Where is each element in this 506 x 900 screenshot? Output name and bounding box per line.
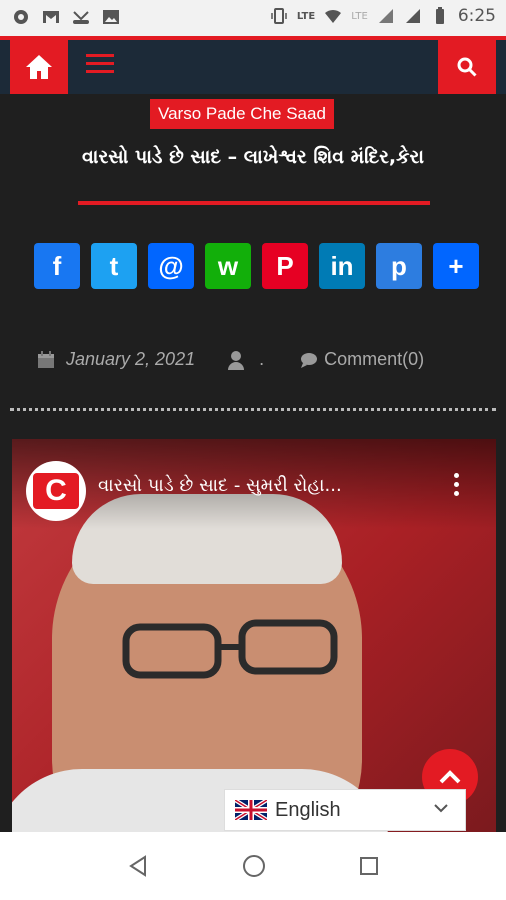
channel-logo-mark: C [33, 473, 79, 509]
facebook-icon: f [52, 250, 62, 281]
notification-icons [12, 8, 120, 26]
share-linkedin-button[interactable]: in [319, 243, 365, 289]
share-whatsapp-button[interactable]: w [205, 243, 251, 289]
system-icons: LTE LTE 6:25 [270, 6, 496, 26]
home-icon [26, 55, 52, 79]
menu-button[interactable] [86, 54, 114, 76]
android-navigation-bar [0, 832, 506, 900]
comment-icon [301, 352, 318, 368]
calendar-icon [38, 350, 54, 368]
twitter-icon: t [109, 250, 119, 281]
comment-link[interactable]: Comment(0) [300, 349, 424, 370]
signal-icon-2 [405, 9, 420, 23]
lte-label-2: LTE [351, 10, 368, 22]
missed-call-icon [73, 11, 89, 24]
print-icon: p [391, 250, 407, 281]
language-selector[interactable]: English [224, 789, 466, 831]
kebab-icon [454, 473, 459, 478]
comment-count: Comment(0) [324, 349, 425, 369]
back-icon[interactable] [127, 855, 149, 877]
home-nav-icon[interactable] [242, 854, 266, 878]
home-button[interactable] [10, 40, 68, 94]
author-name: . [259, 349, 265, 369]
share-twitter-button[interactable]: t [91, 243, 137, 289]
header-accent-line [0, 36, 506, 40]
vibrate-icon [271, 8, 287, 24]
hamburger-icon [86, 54, 114, 57]
search-button[interactable] [438, 40, 496, 94]
user-icon [228, 350, 245, 370]
linkedin-icon: in [330, 250, 354, 281]
language-label: English [275, 798, 341, 821]
share-email-button[interactable]: @ [148, 243, 194, 289]
battery-icon [435, 7, 444, 24]
status-bar: LTE LTE 6:25 [0, 0, 506, 36]
lte-label: LTE [296, 10, 316, 22]
category-tag[interactable]: Varso Pade Che Saad [150, 99, 334, 129]
video-title[interactable]: વારસો પાડે છે સાદ - સુમરી રોહા... [98, 475, 342, 496]
chevron-up-icon [439, 770, 461, 784]
search-icon [457, 57, 477, 77]
article-meta: January 2, 2021 . Comment(0) [36, 349, 476, 370]
email-icon: @ [158, 250, 184, 281]
section-divider [10, 408, 496, 411]
share-print-button[interactable]: p [376, 243, 422, 289]
article-content: Varso Pade Che Saad વારસો પાડે છે સાદ – … [0, 94, 506, 832]
pinterest-icon: P [276, 250, 294, 281]
gmail-icon [43, 11, 59, 23]
wifi-icon [325, 9, 342, 23]
clock: 6:25 [457, 6, 496, 26]
share-facebook-button[interactable]: f [34, 243, 80, 289]
share-pinterest-button[interactable]: P [262, 243, 308, 289]
article-title: વારસો પાડે છે સાદ – લાખેશ્વર શિવ મંદિર,ક… [81, 146, 425, 168]
title-divider [78, 201, 430, 205]
video-thumbnail-glasses [122, 619, 338, 679]
signal-icon [378, 9, 393, 23]
more-options-button[interactable] [454, 473, 460, 499]
image-icon [103, 10, 119, 24]
share-buttons: f t @ w Pin p + [34, 243, 479, 289]
channel-logo[interactable]: C [26, 461, 86, 521]
uk-flag-icon [235, 800, 267, 820]
top-navigation [0, 36, 506, 94]
share-icon: + [448, 250, 464, 281]
sync-icon [14, 10, 28, 24]
chevron-down-icon [434, 804, 448, 813]
recents-icon[interactable] [359, 856, 379, 876]
whatsapp-icon: w [217, 250, 239, 281]
share-share-button[interactable]: + [433, 243, 479, 289]
publish-date: January 2, 2021 [66, 349, 196, 369]
author-info[interactable]: . [227, 349, 264, 370]
